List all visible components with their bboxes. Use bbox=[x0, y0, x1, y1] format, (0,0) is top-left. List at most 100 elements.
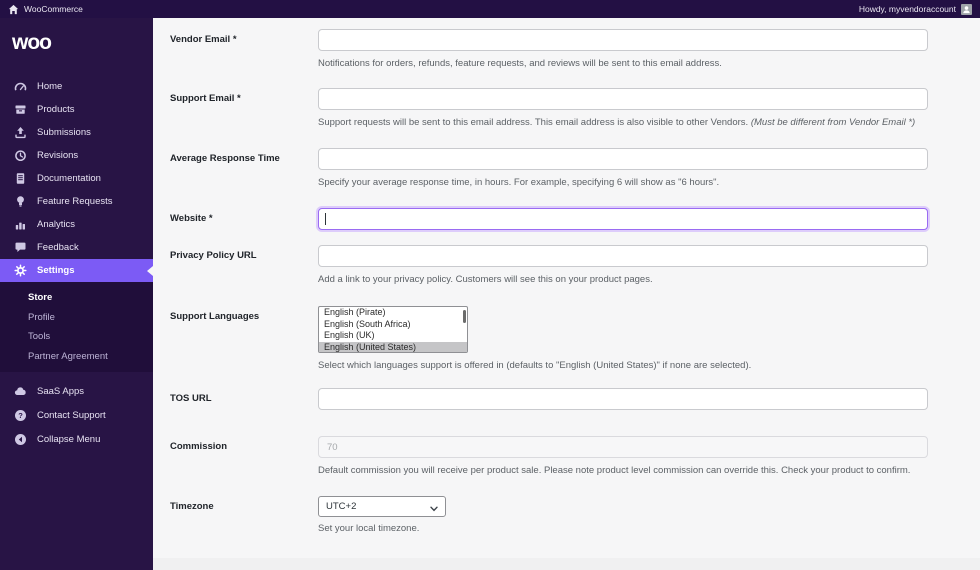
support-email-description: Support requests will be sent to this em… bbox=[318, 116, 928, 129]
sidebar-item-label: Settings bbox=[37, 265, 75, 276]
sidebar-item-saas-apps[interactable]: SaaS Apps bbox=[0, 379, 153, 403]
timezone-description: Set your local timezone. bbox=[318, 523, 420, 534]
timezone-label: Timezone bbox=[170, 501, 214, 512]
timezone-selected-value: UTC+2 bbox=[326, 501, 357, 512]
avatar bbox=[961, 3, 972, 15]
field-row-privacy-policy-url: Privacy Policy URL Add a link to your pr… bbox=[170, 245, 980, 286]
website-input[interactable] bbox=[318, 208, 928, 230]
field-row-support-email: Support Email * Support requests will be… bbox=[170, 88, 980, 129]
privacy-policy-url-description: Add a link to your privacy policy. Custo… bbox=[318, 274, 653, 285]
support-languages-listbox[interactable]: English (Pirate) English (South Africa) … bbox=[318, 306, 468, 353]
average-response-time-label: Average Response Time bbox=[170, 153, 280, 164]
sidebar-item-label: Collapse Menu bbox=[37, 433, 101, 445]
support-email-label: Support Email * bbox=[170, 93, 241, 104]
field-row-support-languages: Support Languages English (Pirate) Engli… bbox=[170, 306, 980, 372]
tos-url-input[interactable] bbox=[318, 388, 928, 410]
vendor-email-description: Notifications for orders, refunds, featu… bbox=[318, 58, 722, 69]
field-row-average-response-time: Average Response Time Specify your avera… bbox=[170, 148, 980, 189]
language-option-selected[interactable]: English (United States) bbox=[319, 341, 467, 352]
language-option[interactable]: English (Pirate) bbox=[319, 307, 467, 319]
field-row-tos-url: TOS URL bbox=[170, 388, 980, 410]
dashboard-icon bbox=[14, 80, 27, 93]
language-option[interactable]: English (South Africa) bbox=[319, 319, 467, 331]
cloud-icon bbox=[14, 385, 27, 398]
bar-chart-icon bbox=[14, 218, 27, 231]
sidebar-item-settings[interactable]: Settings bbox=[0, 259, 153, 282]
submenu-item-profile[interactable]: Profile bbox=[0, 308, 153, 328]
vendor-email-label: Vendor Email * bbox=[170, 34, 237, 45]
help-icon: ? bbox=[14, 409, 27, 422]
woo-logo: woo bbox=[12, 31, 52, 54]
sidebar-item-label: Products bbox=[37, 104, 75, 115]
text-caret bbox=[325, 213, 326, 225]
sidebar-item-label: Revisions bbox=[37, 150, 79, 161]
content-footer-strip bbox=[153, 558, 980, 570]
average-response-time-input[interactable] bbox=[318, 148, 928, 170]
sidebar-menu: Home Products Submissions Revisions Docu… bbox=[0, 75, 153, 282]
sidebar-item-label: SaaS Apps bbox=[37, 385, 85, 397]
privacy-policy-url-input[interactable] bbox=[318, 245, 928, 267]
sidebar-item-revisions[interactable]: Revisions bbox=[0, 144, 153, 167]
timezone-select[interactable]: UTC+2 bbox=[318, 496, 446, 517]
admin-bar-site-link[interactable]: WooCommerce bbox=[8, 4, 83, 15]
submenu-item-store[interactable]: Store bbox=[0, 288, 153, 308]
howdy-text: Howdy, myvendoraccount bbox=[858, 4, 956, 14]
sidebar-item-analytics[interactable]: Analytics bbox=[0, 213, 153, 236]
sidebar-item-contact-support[interactable]: ? Contact Support bbox=[0, 403, 153, 427]
chat-icon bbox=[14, 241, 27, 254]
sidebar-item-label: Submissions bbox=[37, 127, 91, 138]
sidebar-item-label: Feature Requests bbox=[37, 196, 113, 207]
sidebar-item-label: Feedback bbox=[37, 242, 79, 253]
sidebar-item-products[interactable]: Products bbox=[0, 98, 153, 121]
sidebar-footer-menu: SaaS Apps ? Contact Support Collapse Men… bbox=[0, 379, 153, 451]
sidebar-item-home[interactable]: Home bbox=[0, 75, 153, 98]
submenu-item-tools[interactable]: Tools bbox=[0, 327, 153, 347]
field-row-timezone: Timezone UTC+2 Set your local timezone. bbox=[170, 496, 980, 535]
field-row-commission: Commission Default commission you will r… bbox=[170, 436, 980, 477]
average-response-time-description: Specify your average response time, in h… bbox=[318, 177, 720, 188]
vendor-settings-page: WooCommerce Howdy, myvendoraccount woo H… bbox=[0, 0, 980, 570]
sidebar-item-label: Contact Support bbox=[37, 409, 106, 421]
sidebar: woo Home Products Submissions Revisions … bbox=[0, 18, 153, 570]
sidebar-item-submissions[interactable]: Submissions bbox=[0, 121, 153, 144]
sidebar-item-label: Analytics bbox=[37, 219, 76, 230]
privacy-policy-url-label: Privacy Policy URL bbox=[170, 250, 257, 261]
sidebar-item-collapse-menu[interactable]: Collapse Menu bbox=[0, 427, 153, 451]
sidebar-item-label: Documentation bbox=[37, 173, 101, 184]
chevron-down-icon bbox=[430, 504, 438, 515]
support-email-description-note: (Must be different from Vendor Email *) bbox=[750, 117, 916, 128]
home-icon bbox=[8, 4, 19, 15]
support-languages-description: Select which languages support is offere… bbox=[318, 360, 752, 371]
sidebar-item-documentation[interactable]: Documentation bbox=[0, 167, 153, 190]
field-row-vendor-email: Vendor Email * Notifications for orders,… bbox=[170, 29, 980, 70]
commission-label: Commission bbox=[170, 441, 228, 452]
sidebar-item-feedback[interactable]: Feedback bbox=[0, 236, 153, 259]
store-settings-form: Vendor Email * Notifications for orders,… bbox=[153, 18, 980, 570]
products-icon bbox=[14, 103, 27, 116]
language-option[interactable]: English (UK) bbox=[319, 330, 467, 342]
website-label: Website * bbox=[170, 213, 213, 224]
tos-url-label: TOS URL bbox=[170, 393, 212, 404]
svg-text:?: ? bbox=[18, 411, 23, 420]
admin-bar: WooCommerce Howdy, myvendoraccount bbox=[0, 0, 980, 18]
document-icon bbox=[14, 172, 27, 185]
vendor-email-input[interactable] bbox=[318, 29, 928, 51]
admin-bar-account[interactable]: Howdy, myvendoraccount bbox=[858, 3, 972, 15]
lightbulb-icon bbox=[14, 195, 27, 208]
site-name: WooCommerce bbox=[24, 4, 83, 14]
support-email-input[interactable] bbox=[318, 88, 928, 110]
sidebar-item-feature-requests[interactable]: Feature Requests bbox=[0, 190, 153, 213]
commission-description: Default commission you will receive per … bbox=[318, 465, 911, 476]
support-email-description-text: Support requests will be sent to this em… bbox=[318, 117, 751, 128]
field-row-website: Website * bbox=[170, 208, 980, 230]
sidebar-item-label: Home bbox=[37, 81, 63, 92]
gear-icon bbox=[14, 264, 27, 277]
submenu-item-partner-agreement[interactable]: Partner Agreement bbox=[0, 347, 153, 367]
settings-submenu: Store Profile Tools Partner Agreement bbox=[0, 282, 153, 372]
support-languages-label: Support Languages bbox=[170, 311, 260, 322]
commission-input bbox=[318, 436, 928, 458]
collapse-icon bbox=[14, 433, 27, 446]
upload-icon bbox=[14, 126, 27, 139]
history-icon bbox=[14, 149, 27, 162]
listbox-scrollbar-thumb[interactable] bbox=[463, 310, 466, 323]
